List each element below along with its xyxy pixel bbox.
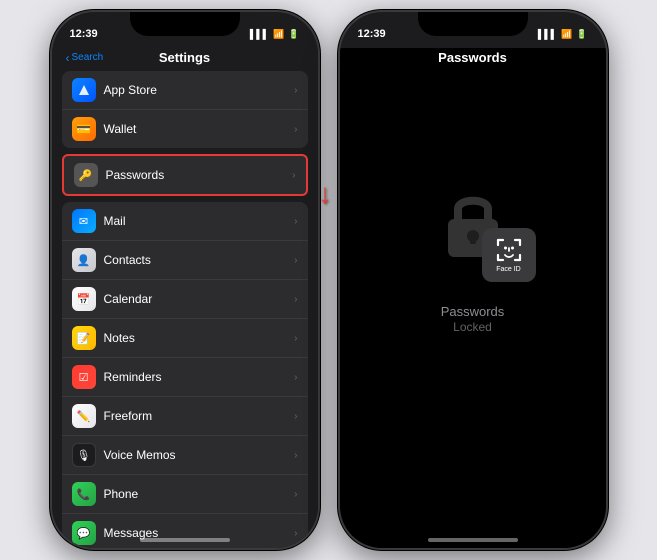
- notch-2: [418, 12, 528, 36]
- contacts-icon: 👤: [72, 248, 96, 272]
- settings-title: Settings: [159, 50, 210, 65]
- settings-group-top: App Store › 💳 Wallet ›: [62, 71, 308, 148]
- settings-item-calendar[interactable]: 📅 Calendar ›: [62, 280, 308, 319]
- calendar-label: Calendar: [104, 292, 295, 306]
- notes-icon: 📝: [72, 326, 96, 350]
- settings-item-mail[interactable]: ✉ Mail ›: [62, 202, 308, 241]
- wifi-icon: 📶: [273, 29, 284, 40]
- freeform-icon: ✏️: [72, 404, 96, 428]
- signal-icon-2: ▌▌▌: [538, 29, 557, 39]
- battery-icon-2: 🔋: [576, 29, 587, 40]
- faceid-label: Face ID: [496, 266, 521, 273]
- reminders-label: Reminders: [104, 370, 295, 384]
- wallet-icon: 💳: [72, 117, 96, 141]
- settings-screen: ‹ Search Settings App Store › 💳: [52, 48, 318, 548]
- battery-icon: 🔋: [288, 29, 299, 40]
- passwords-screen: Passwords: [340, 48, 606, 548]
- contacts-label: Contacts: [104, 253, 295, 267]
- red-arrow-overlay: ↓: [318, 178, 332, 210]
- settings-item-appstore[interactable]: App Store ›: [62, 71, 308, 110]
- settings-item-wallet[interactable]: 💳 Wallet ›: [62, 110, 308, 148]
- home-indicator-2: [428, 538, 518, 542]
- mail-icon: ✉: [72, 209, 96, 233]
- faceid-badge: Face ID: [482, 228, 536, 282]
- passwords-chevron: ›: [292, 170, 295, 181]
- voicememos-icon: 🎙: [72, 443, 96, 467]
- settings-item-messages[interactable]: 💬 Messages ›: [62, 514, 308, 548]
- phone-1: 12:39 ▌▌▌ 📶 🔋 ‹ Search Settings App Stor…: [50, 10, 320, 550]
- settings-group-main: ✉ Mail › 👤 Contacts › 📅 Calendar › 📝 Not…: [62, 202, 308, 548]
- nav-header: ‹ Search Settings: [52, 48, 318, 71]
- calendar-icon: 📅: [72, 287, 96, 311]
- status-time-2: 12:39: [358, 28, 386, 40]
- back-chevron-icon: ‹: [66, 51, 70, 65]
- wallet-label: Wallet: [104, 122, 295, 136]
- settings-item-notes[interactable]: 📝 Notes ›: [62, 319, 308, 358]
- settings-item-passwords[interactable]: 🔑 Passwords ›: [62, 154, 308, 196]
- passwords-icon: 🔑: [74, 163, 98, 187]
- faceid-icon-svg: [495, 236, 523, 264]
- phone-2: 12:39 ▌▌▌ 📶 🔋 Passwords: [338, 10, 608, 550]
- back-label: Search: [72, 52, 104, 63]
- phone-label: Phone: [104, 487, 295, 501]
- signal-icon: ▌▌▌: [250, 29, 269, 39]
- passwords-locked-text: Passwords Locked: [441, 304, 505, 334]
- appstore-label: App Store: [104, 83, 295, 97]
- notch: [130, 12, 240, 36]
- status-icons: ▌▌▌ 📶 🔋: [250, 29, 300, 40]
- passwords-header: Passwords: [340, 48, 606, 71]
- passwords-title: Passwords: [438, 50, 507, 65]
- messages-icon: 💬: [72, 521, 96, 545]
- notes-label: Notes: [104, 331, 295, 345]
- status-time: 12:39: [70, 28, 98, 40]
- appstore-chevron: ›: [294, 85, 297, 96]
- mail-label: Mail: [104, 214, 295, 228]
- freeform-label: Freeform: [104, 409, 295, 423]
- appstore-icon: [72, 78, 96, 102]
- status-icons-2: ▌▌▌ 📶 🔋: [538, 29, 588, 40]
- settings-item-voicememos[interactable]: 🎙 Voice Memos ›: [62, 436, 308, 475]
- nav-back[interactable]: ‹ Search: [66, 51, 104, 65]
- voicememos-label: Voice Memos: [104, 448, 295, 462]
- lock-icon-wrap: Face ID: [438, 184, 508, 264]
- settings-item-reminders[interactable]: ☑ Reminders ›: [62, 358, 308, 397]
- passwords-label: Passwords: [106, 168, 293, 182]
- wallet-chevron: ›: [294, 124, 297, 135]
- settings-item-freeform[interactable]: ✏️ Freeform ›: [62, 397, 308, 436]
- home-indicator: [140, 538, 230, 542]
- settings-item-contacts[interactable]: 👤 Contacts ›: [62, 241, 308, 280]
- lock-container: Face ID Passwords Locked: [340, 71, 606, 446]
- settings-list: App Store › 💳 Wallet › 🔑 Passwor: [52, 71, 318, 548]
- wifi-icon-2: 📶: [561, 29, 572, 40]
- settings-item-phone[interactable]: 📞 Phone ›: [62, 475, 308, 514]
- reminders-icon: ☑: [72, 365, 96, 389]
- phone-icon: 📞: [72, 482, 96, 506]
